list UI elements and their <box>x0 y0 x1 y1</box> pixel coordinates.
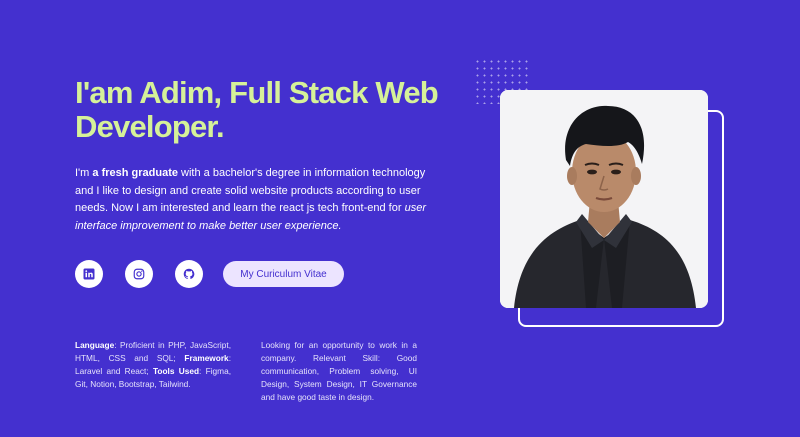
github-button[interactable] <box>175 260 203 288</box>
language-label: Language <box>75 340 115 350</box>
profile-photo <box>500 90 708 308</box>
social-links: My Curiculum Vitae <box>75 260 344 288</box>
looking-paragraph: Looking for an opportunity to work in a … <box>261 340 417 402</box>
hero-title: I'am Adim, Full Stack Web Developer. <box>75 75 439 144</box>
intro-paragraph: I'm a fresh graduate with a bachelor's d… <box>75 165 435 235</box>
linkedin-button[interactable] <box>75 260 103 288</box>
intro-bold-text: a fresh graduate <box>92 167 178 179</box>
skills-paragraph: Language: Proficient in PHP, JavaScript,… <box>75 339 231 391</box>
portrait-image <box>500 90 708 308</box>
intro-text-1: I'm <box>75 167 93 179</box>
tools-label: Tools Used <box>152 366 200 376</box>
cv-button[interactable]: My Curiculum Vitae <box>223 261 344 287</box>
instagram-icon <box>133 268 145 280</box>
linkedin-icon <box>83 268 95 280</box>
instagram-button[interactable] <box>125 260 153 288</box>
github-icon <box>183 268 195 280</box>
framework-label: Framework <box>184 353 229 363</box>
